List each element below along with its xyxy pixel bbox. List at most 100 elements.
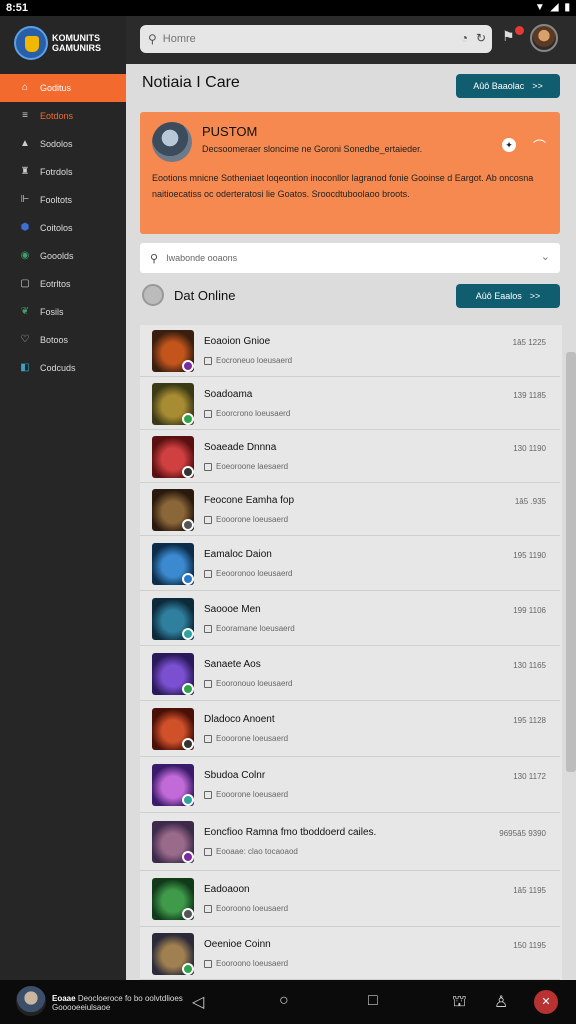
sidebar-item-10[interactable]: ◧ Codcuds	[0, 354, 126, 382]
chat-icon: ◧	[20, 362, 30, 373]
status-badge	[182, 908, 194, 920]
home-nav-icon[interactable]: ○	[279, 992, 289, 1010]
status-icon	[204, 569, 212, 578]
scrollbar[interactable]	[566, 352, 576, 772]
list-item[interactable]: Soaeade Dnnna Eoeoroone laesaerd 130 1190	[140, 430, 560, 483]
sidebar-item-label: Fotrdols	[40, 167, 73, 177]
game-status-label: Eooronouo loeusaerd	[216, 679, 293, 688]
close-icon[interactable]: ✕	[534, 990, 558, 1014]
game-name: Eoncfioo Ramna fmo tboddoerd cailes.	[204, 827, 377, 838]
status-badge	[182, 466, 194, 478]
list-icon: ≡	[22, 110, 28, 121]
notification-bell-icon[interactable]: ⚑	[502, 26, 524, 48]
search-input[interactable]	[162, 33, 443, 45]
history-icon[interactable]: ◔	[461, 31, 468, 45]
user-avatar[interactable]	[530, 24, 558, 52]
section-header: Dat Online	[142, 284, 235, 306]
section-action-button[interactable]: Aûô Eaalos >>	[456, 284, 560, 308]
status-icon	[204, 515, 212, 524]
gift-icon[interactable]: ⛫	[452, 992, 467, 1012]
list-item[interactable]: Eadoaoon Eooroono loeusaerd 1â5 1195	[140, 871, 560, 927]
sidebar-item-2[interactable]: ▲ Sodolos	[0, 130, 126, 158]
game-list: Eoaoion Gnioe Eocroneuo loeusaerd 1â5 1225…	[140, 325, 562, 980]
section-action-label: Aûô Eaalos	[475, 291, 522, 301]
search-bar[interactable]: ⚲ ◔ ↻	[140, 25, 492, 53]
game-value: 130 1190	[513, 444, 546, 453]
sidebar-item-4[interactable]: ⊩ Fooltots	[0, 186, 126, 214]
game-value: 1â5 1225	[512, 338, 546, 347]
game-status-label: Eeooronoo loeusaerd	[216, 569, 293, 578]
page-action-button[interactable]: Aûô Baaolac >>	[456, 74, 560, 98]
game-name: Dladoco Anoent	[204, 714, 275, 725]
recents-icon[interactable]: □	[368, 992, 378, 1010]
back-icon[interactable]: ◁	[192, 992, 204, 1012]
sidebar-item-1[interactable]: ≡ Eotdons	[0, 102, 126, 130]
game-status: Eeooronoo loeusaerd	[204, 569, 293, 578]
notification-dot	[515, 26, 524, 35]
game-status-label: Eooorone loeusaerd	[216, 734, 289, 743]
sidebar-item-9[interactable]: ♡ Botoos	[0, 326, 126, 354]
friends-icon[interactable]: ♙	[494, 992, 508, 1012]
sidebar-item-label: Eotdons	[40, 111, 74, 121]
status-badge	[182, 851, 194, 863]
filter-placeholder: Iwabonde ooaons	[166, 253, 238, 263]
game-value: 199 1106	[513, 606, 546, 615]
list-item[interactable]: Saoooe Men Eooramane loeusaerd 199 1106	[140, 591, 560, 646]
list-item[interactable]: Dladoco Anoent Eooorone loeusaerd 195 1128	[140, 701, 560, 757]
sidebar-item-7[interactable]: ▢ Eotrltos	[0, 270, 126, 298]
game-name: Feocone Eamha fop	[204, 495, 295, 506]
status-icon	[204, 959, 212, 968]
list-item[interactable]: Sanaete Aos Eooronouo loeusaerd 130 1165	[140, 646, 560, 701]
list-item[interactable]: Eamaloc Daion Eeooronoo loeusaerd 195 1190	[140, 536, 560, 591]
status-badge	[182, 413, 194, 425]
list-item[interactable]: Eoaoion Gnioe Eocroneuo loeusaerd 1â5 1225	[140, 325, 560, 377]
brand-logo-icon	[14, 26, 48, 60]
filter-dropdown[interactable]: ⚲ Iwabonde ooaons ⌄	[140, 243, 560, 273]
game-name: Eadoaoon	[204, 884, 250, 895]
refresh-icon[interactable]: ↻	[476, 31, 486, 45]
status-badge	[182, 683, 194, 695]
status-badge	[182, 628, 194, 640]
sidebar-item-5[interactable]: ⬢ Coitolos	[0, 214, 126, 242]
headset-icon[interactable]: ⌒	[533, 136, 546, 155]
game-status: Eocroneuo loeusaerd	[204, 356, 292, 365]
game-value: 130 1165	[513, 661, 546, 670]
gamepad-icon: ◉	[20, 250, 30, 261]
bottom-bar: Eoaae Deocloeroce fo bo oolvtdlioes Gooo…	[0, 980, 576, 1024]
flag-icon: ▲	[20, 138, 30, 149]
game-name: Sanaete Aos	[204, 659, 261, 670]
list-item[interactable]: Eoncfioo Ramna fmo tboddoerd cailes. Eooa…	[140, 813, 560, 871]
search-icon: ⚲	[150, 252, 159, 265]
list-item[interactable]: Oeenioe Coinn Eooroono loeusaerd 150 1195	[140, 927, 560, 980]
game-value: 195 1190	[513, 551, 546, 560]
status-bar: 8:51 ▼ ◢ ▮	[0, 0, 576, 16]
list-item[interactable]: Feocone Eamha fop Eooorone loeusaerd 1â5 .…	[140, 483, 560, 536]
share-icon[interactable]: ✦	[502, 138, 516, 152]
game-name: Saoooe Men	[204, 604, 261, 615]
sidebar-item-6[interactable]: ◉ Gooolds	[0, 242, 126, 270]
game-name: Eamaloc Daion	[204, 549, 272, 560]
player-line-1: Deocloeroce fo bo oolvtdlioes	[77, 994, 183, 1003]
list-item[interactable]: Soadoama Eoorcrono loeusaerd 139 1185	[140, 377, 560, 430]
battery-icon: ▮	[564, 2, 570, 13]
sidebar-item-3[interactable]: ♜ Fotrdols	[0, 158, 126, 186]
status-icon	[204, 847, 212, 856]
online-icon	[142, 284, 164, 306]
shield-icon: ⬢	[20, 222, 30, 233]
status-badge	[182, 360, 194, 372]
status-badge	[182, 573, 194, 585]
game-status: Eooroono loeusaerd	[204, 904, 288, 913]
sidebar-item-0[interactable]: ⌂ Goditus	[0, 74, 126, 102]
game-value: 1â5 .935	[514, 497, 546, 506]
player-avatar[interactable]	[16, 986, 46, 1016]
sidebar-item-label: Botoos	[40, 335, 69, 345]
status-icon	[204, 679, 212, 688]
list-item[interactable]: Sbudoa Colnr Eooorone loeusaerd 130 1172	[140, 757, 560, 813]
page-title: Notiaia I Care	[142, 74, 240, 91]
promo-banner[interactable]: PUSTOM Decsoomeraer sloncime ne Goroni S…	[140, 112, 560, 234]
game-name: Soaeade Dnnna	[204, 442, 277, 453]
brand[interactable]: KOMUNITS GAMUNIRS	[14, 22, 124, 64]
game-status-label: Eoeoroone laesaerd	[216, 462, 289, 471]
game-status-label: Eooorone loeusaerd	[216, 515, 289, 524]
sidebar-item-8[interactable]: ❦ Fosils	[0, 298, 126, 326]
